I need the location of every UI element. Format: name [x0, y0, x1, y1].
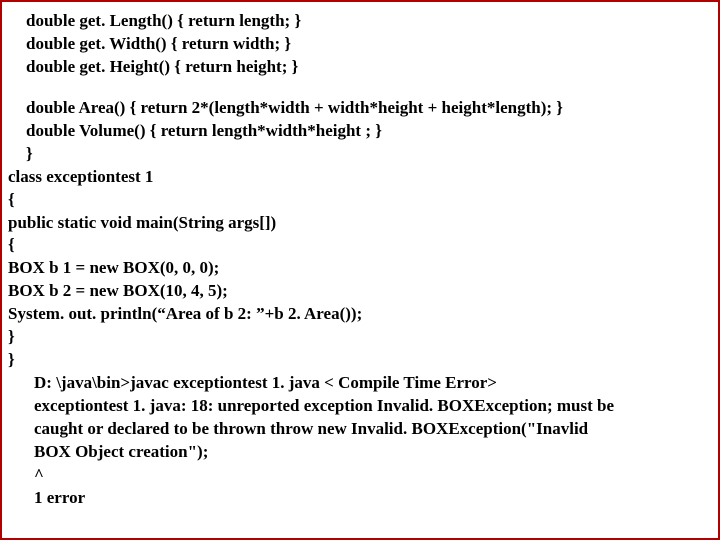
code-line: { — [8, 189, 712, 212]
output-line: caught or declared to be thrown throw ne… — [8, 418, 712, 441]
code-line: { — [8, 234, 712, 257]
code-line: } — [8, 349, 712, 372]
code-line: public static void main(String args[]) — [8, 212, 712, 235]
code-line: BOX b 2 = new BOX(10, 4, 5); — [8, 280, 712, 303]
code-line: double get. Length() { return length; } — [8, 10, 712, 33]
code-line: } — [8, 326, 712, 349]
code-line: double Area() { return 2*(length*width +… — [8, 97, 712, 120]
code-line: double get. Width() { return width; } — [8, 33, 712, 56]
code-line: } — [8, 143, 712, 166]
blank-line — [8, 79, 712, 97]
code-line: BOX b 1 = new BOX(0, 0, 0); — [8, 257, 712, 280]
output-line: BOX Object creation"); — [8, 441, 712, 464]
code-line: double get. Height() { return height; } — [8, 56, 712, 79]
output-line: ^ — [8, 464, 712, 487]
output-line: 1 error — [8, 487, 712, 510]
code-line: class exceptiontest 1 — [8, 166, 712, 189]
code-line: System. out. println(“Area of b 2: ”+b 2… — [8, 303, 712, 326]
code-slide: double get. Length() { return length; } … — [0, 0, 720, 540]
output-line: exceptiontest 1. java: 18: unreported ex… — [8, 395, 712, 418]
code-line: double Volume() { return length*width*he… — [8, 120, 712, 143]
output-line: D: \java\bin>javac exceptiontest 1. java… — [8, 372, 712, 395]
